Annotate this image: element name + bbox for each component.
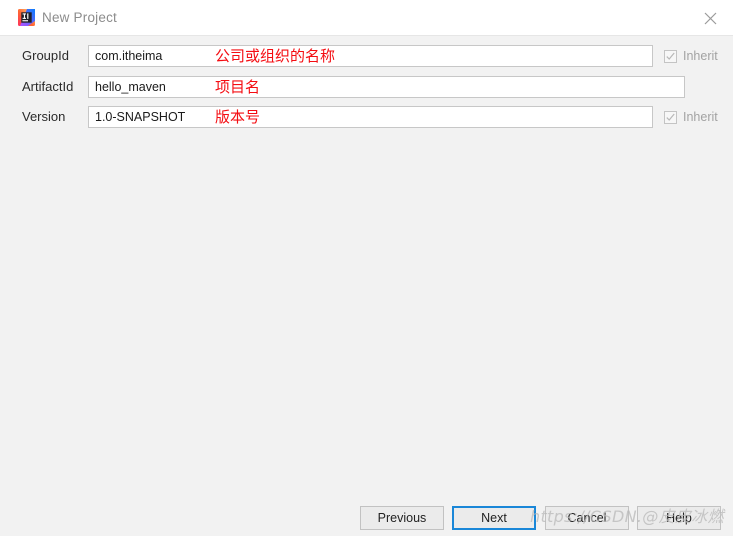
form-row-groupid: GroupId com.itheima 公司或组织的名称 Inherit (0, 45, 733, 67)
close-icon[interactable] (687, 0, 733, 36)
form-row-version: Version 1.0-SNAPSHOT 版本号 Inherit (0, 106, 733, 128)
version-input[interactable]: 1.0-SNAPSHOT (88, 106, 653, 128)
intellij-idea-logo-icon (18, 9, 35, 26)
version-inherit-checkbox[interactable]: Inherit (664, 108, 718, 126)
version-annotation: 版本号 (215, 108, 261, 126)
version-label: Version (22, 109, 66, 124)
dialog-button-bar: Previous Next Cancel Help (0, 499, 733, 536)
groupid-input[interactable]: com.itheima (88, 45, 653, 67)
groupid-annotation: 公司或组织的名称 (215, 47, 336, 65)
dialog-title: New Project (42, 10, 117, 25)
maven-coordinates-form: GroupId com.itheima 公司或组织的名称 Inherit Art… (0, 37, 733, 499)
checkbox-checked-icon (664, 49, 677, 63)
groupid-inherit-label: Inherit (683, 49, 718, 63)
version-value: 1.0-SNAPSHOT (95, 110, 186, 124)
groupid-value: com.itheima (95, 49, 163, 63)
next-button[interactable]: Next (452, 506, 536, 530)
help-button[interactable]: Help (637, 506, 721, 530)
version-inherit-label: Inherit (683, 110, 718, 124)
form-row-artifactid: ArtifactId hello_maven 项目名 (0, 76, 733, 98)
artifactid-annotation: 项目名 (215, 78, 261, 96)
checkbox-checked-icon (664, 110, 677, 124)
cancel-button[interactable]: Cancel (545, 506, 629, 530)
close-x-glyph (704, 12, 716, 24)
artifactid-label: ArtifactId (22, 79, 74, 94)
artifactid-value: hello_maven (95, 80, 166, 94)
artifactid-input[interactable]: hello_maven (88, 76, 685, 98)
groupid-inherit-checkbox[interactable]: Inherit (664, 47, 718, 65)
previous-button[interactable]: Previous (360, 506, 444, 530)
groupid-label: GroupId (22, 48, 69, 63)
dialog-title-bar: New Project (0, 0, 733, 36)
new-project-dialog: New Project GroupId com.itheima 公司或组织的名称 (0, 0, 733, 536)
